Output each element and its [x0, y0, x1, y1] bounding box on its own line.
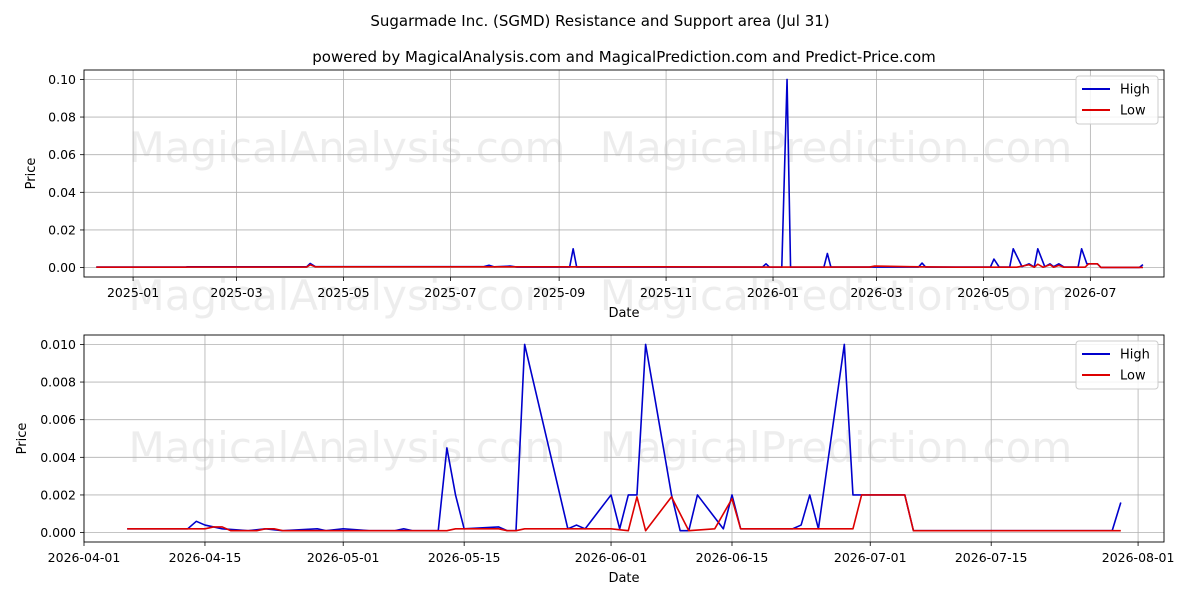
x-tick-label: 2025-09: [533, 285, 585, 300]
y-tick-label: 0.000: [40, 525, 76, 540]
x-axis-label: Date: [608, 571, 639, 586]
y-tick-label: 0.08: [48, 110, 76, 125]
x-tick-label: 2026-08-01: [1102, 550, 1175, 565]
watermark-2: MagicalPrediction.com: [600, 123, 1073, 172]
chart-title: Sugarmade Inc. (SGMD) Resistance and Sup…: [370, 12, 829, 30]
x-tick-label: 2026-03: [850, 285, 902, 300]
y-tick-label: 0.010: [40, 337, 76, 352]
y-tick-label: 0.04: [48, 185, 76, 200]
y-tick-label: 0.02: [48, 222, 76, 237]
y-tick-label: 0.10: [48, 72, 76, 87]
watermark-6: MagicalPrediction.com: [600, 423, 1073, 472]
y-axis-label: Price: [15, 423, 30, 455]
legend-label-low: Low: [1120, 369, 1146, 384]
legend-label-low: Low: [1120, 104, 1146, 119]
x-tick-label: 2026-06-15: [696, 550, 769, 565]
watermark-5: MagicalAnalysis.com: [129, 423, 566, 472]
x-tick-label: 2025-05: [317, 285, 369, 300]
y-tick-label: 0.06: [48, 147, 76, 162]
x-tick-label: 2026-07-15: [955, 550, 1028, 565]
x-tick-label: 2026-04-01: [48, 550, 121, 565]
x-tick-label: 2026-01: [747, 285, 799, 300]
x-tick-label: 2026-07-01: [834, 550, 907, 565]
axes-frame: [83, 69, 1165, 278]
series-line-low: [96, 263, 1143, 269]
x-tick-label: 2025-03: [210, 285, 262, 300]
x-tick-label: 2026-06-01: [575, 550, 648, 565]
chart-subtitle: powered by MagicalAnalysis.com and Magic…: [312, 48, 936, 66]
x-tick-label: 2025-07: [424, 285, 476, 300]
x-tick-label: 2025-01: [107, 285, 159, 300]
y-tick-label: 0.00: [48, 260, 76, 275]
y-axis-label: Price: [24, 158, 39, 190]
y-tick-label: 0.006: [40, 412, 76, 427]
x-tick-label: 2026-05-01: [307, 550, 380, 565]
x-tick-label: 2026-05: [957, 285, 1009, 300]
watermark-1: MagicalAnalysis.com: [129, 123, 566, 172]
figure: Sugarmade Inc. (SGMD) Resistance and Sup…: [15, 12, 1175, 586]
legend-label-high: High: [1120, 83, 1150, 98]
x-tick-label: 2026-04-15: [169, 550, 242, 565]
x-axis-label: Date: [608, 306, 639, 321]
legend-label-high: High: [1120, 348, 1150, 363]
x-tick-label: 2026-07: [1064, 285, 1116, 300]
series-line-high: [96, 78, 1144, 269]
y-tick-label: 0.008: [40, 375, 76, 390]
y-tick-label: 0.002: [40, 487, 76, 502]
x-tick-label: 2025-11: [640, 285, 692, 300]
x-tick-label: 2026-05-15: [428, 550, 501, 565]
y-tick-label: 0.004: [40, 450, 76, 465]
